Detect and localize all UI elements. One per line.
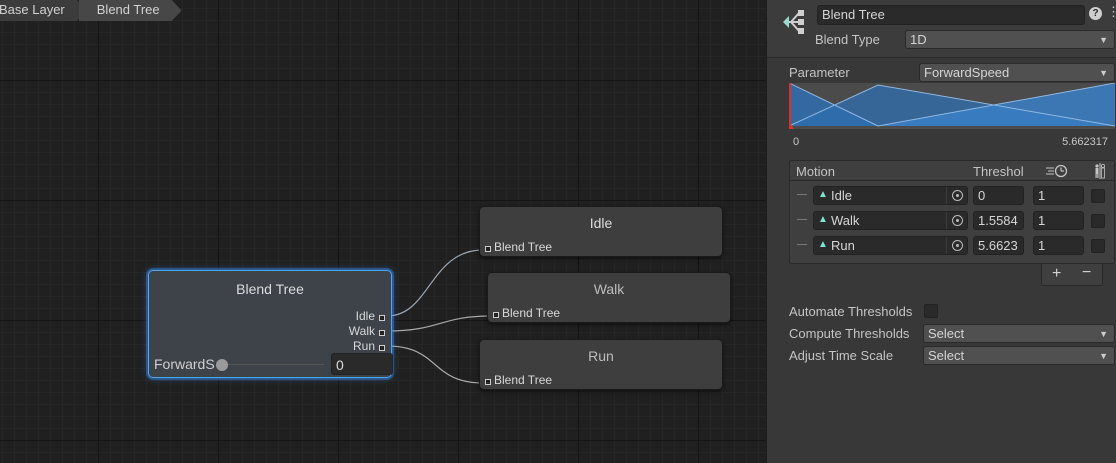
chevron-down-icon: ▼ — [1099, 68, 1108, 78]
parameter-row: ForwardSpeed 0 — [154, 353, 393, 375]
blend-type-dropdown[interactable]: 1D ▼ — [905, 30, 1115, 49]
node-idle-input[interactable]: Blend Tree — [485, 240, 552, 254]
drag-handle-icon[interactable] — [797, 194, 807, 195]
object-picker-icon[interactable] — [952, 240, 963, 251]
inspector-panel: Blend Tree ? ⋮ Blend Type 1D ▼ Parameter… — [766, 0, 1116, 463]
parameter-slider-knob[interactable] — [216, 359, 228, 371]
wire-run — [386, 345, 484, 384]
node-walk-title: Walk — [593, 281, 625, 297]
motion-list-header: Motion Threshold — [790, 161, 1114, 181]
mirror-checkbox[interactable] — [1091, 239, 1105, 253]
blend-type-value: 1D — [910, 32, 927, 47]
node-walk-input[interactable]: Blend Tree — [493, 306, 560, 320]
add-motion-button[interactable]: + — [1052, 265, 1061, 283]
animation-clip-icon: ▲ — [818, 189, 828, 200]
output-port-idle[interactable]: Idle — [356, 309, 386, 323]
picker-separator — [946, 212, 947, 229]
node-idle-title: Idle — [589, 215, 613, 231]
animation-clip-icon: ▲ — [818, 239, 828, 250]
mirror-checkbox[interactable] — [1091, 214, 1105, 228]
motion-list: Motion Threshold — [789, 160, 1115, 264]
node-idle[interactable]: Idle Blend Tree — [479, 206, 723, 257]
remove-motion-button[interactable]: − — [1082, 264, 1091, 282]
motion-row[interactable]: ▲ Walk 1.5584 1 — [790, 209, 1114, 233]
motion-field-run[interactable]: ▲ Run — [813, 236, 968, 255]
automate-thresholds-checkbox[interactable] — [924, 304, 938, 318]
adjust-time-scale-dropdown[interactable]: Select ▼ — [923, 346, 1115, 365]
node-walk[interactable]: Walk Blend Tree — [487, 272, 731, 323]
help-icon[interactable]: ? — [1089, 7, 1102, 20]
picker-separator — [946, 237, 947, 254]
compute-thresholds-dropdown[interactable]: Select ▼ — [923, 324, 1115, 343]
clock-speed-icon — [1046, 164, 1068, 178]
compute-thresholds-value: Select — [928, 326, 965, 341]
add-remove-footer: + − — [1041, 264, 1103, 286]
automate-thresholds-label: Automate Thresholds — [789, 304, 913, 319]
motion-field-idle[interactable]: ▲ Idle — [813, 186, 968, 205]
node-run[interactable]: Run Blend Tree — [479, 339, 723, 390]
range-max-label: 5.662317 — [1062, 136, 1108, 148]
drag-handle-icon[interactable] — [797, 244, 807, 245]
parameter-name: ForwardSpeed — [154, 356, 214, 372]
parameter-value-input[interactable]: 0 — [331, 353, 393, 375]
node-run-input[interactable]: Blend Tree — [485, 373, 552, 387]
motion-field-walk[interactable]: ▲ Walk — [813, 211, 968, 230]
threshold-field[interactable]: 5.6623 — [973, 236, 1024, 255]
output-port-walk[interactable]: Walk — [349, 324, 386, 338]
animator-graph[interactable]: Base Layer Blend Tree Idle Blend Tree Wa… — [0, 0, 766, 463]
wire-idle — [386, 249, 484, 317]
range-min-label: 0 — [793, 136, 800, 148]
output-port-run[interactable]: Run — [353, 339, 386, 353]
blend-tree-icon — [783, 10, 804, 34]
time-scale-field[interactable]: 1 — [1033, 236, 1084, 255]
node-blend-tree[interactable]: Blend Tree Idle Walk Run ForwardSpeed 0 — [148, 270, 393, 378]
node-run-title: Run — [588, 348, 614, 364]
threshold-field[interactable]: 0 — [973, 186, 1024, 205]
object-picker-icon[interactable] — [952, 190, 963, 201]
motion-name: Run — [831, 238, 855, 253]
motion-row[interactable]: ▲ Idle 0 1 — [790, 184, 1114, 208]
parameter-label: Parameter — [789, 65, 850, 80]
parameter-slider-track[interactable] — [224, 364, 324, 365]
wire-walk — [386, 315, 492, 332]
parameter-dropdown-value: ForwardSpeed — [924, 65, 1010, 80]
motion-name: Walk — [831, 213, 860, 228]
column-motion: Motion — [796, 164, 836, 179]
time-scale-field[interactable]: 1 — [1033, 186, 1084, 205]
chevron-down-icon: ▼ — [1099, 351, 1108, 361]
blend-type-label: Blend Type — [815, 32, 880, 47]
drag-handle-icon[interactable] — [797, 219, 807, 220]
mirror-checkbox[interactable] — [1091, 189, 1105, 203]
time-scale-field[interactable]: 1 — [1033, 211, 1084, 230]
animation-clip-icon: ▲ — [818, 214, 828, 225]
adjust-time-scale-label: Adjust Time Scale — [789, 348, 894, 363]
kebab-menu-icon[interactable]: ⋮ — [1107, 4, 1116, 20]
blend-curve-visualization[interactable] — [789, 83, 1115, 129]
chevron-down-icon: ▼ — [1099, 329, 1108, 339]
parameter-dropdown[interactable]: ForwardSpeed ▼ — [919, 63, 1115, 82]
compute-thresholds-label: Compute Thresholds — [789, 326, 910, 341]
threshold-field[interactable]: 1.5584 — [973, 211, 1024, 230]
motion-row[interactable]: ▲ Run 5.6623 1 — [790, 234, 1114, 258]
motion-name: Idle — [831, 188, 852, 203]
mirror-icon — [1095, 163, 1105, 179]
node-blend-tree-title: Blend Tree — [236, 281, 304, 297]
blend-tree-name-field[interactable]: Blend Tree — [817, 5, 1085, 25]
inspector-header: Blend Tree ? ⋮ Blend Type 1D ▼ — [767, 0, 1116, 58]
chevron-down-icon: ▼ — [1099, 35, 1108, 45]
column-threshold: Threshold — [973, 164, 1023, 179]
object-picker-icon[interactable] — [952, 215, 963, 226]
picker-separator — [946, 187, 947, 204]
adjust-time-scale-value: Select — [928, 348, 965, 363]
